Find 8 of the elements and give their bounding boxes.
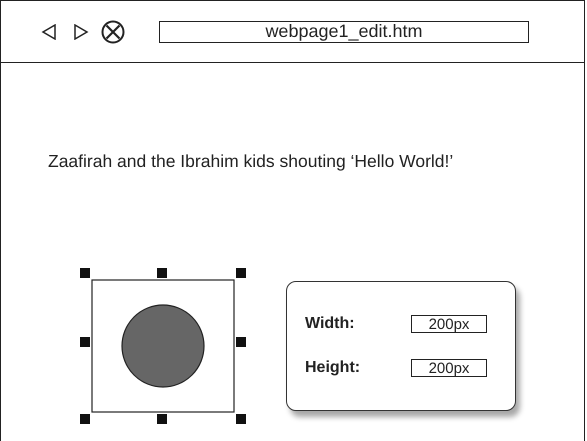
- field-label: Height:: [305, 359, 362, 377]
- size-field[interactable]: 200px: [411, 315, 487, 333]
- address-field[interactable]: webpage1_edit.htm: [159, 20, 529, 42]
- caption-text: Zaafirah and the Ibrahim kids shouting ‘Hello World!’: [48, 151, 454, 172]
- size-field[interactable]: 200px: [411, 359, 487, 377]
- close-button[interactable]: [101, 20, 125, 44]
- field-label: Width:: [305, 315, 356, 333]
- selected-image-drawing[interactable]: [80, 268, 246, 424]
